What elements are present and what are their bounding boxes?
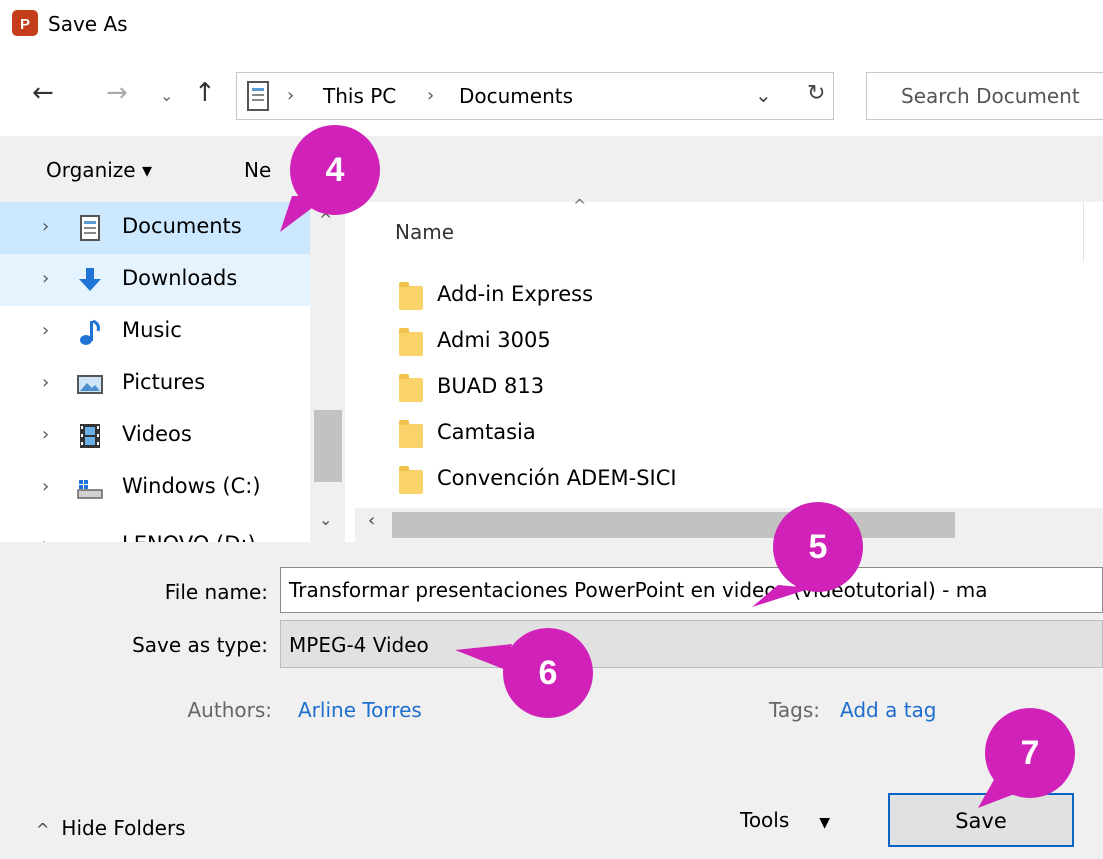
annotation-badge-7: 7: [985, 708, 1075, 798]
annotation-badge-4: 4: [290, 125, 380, 215]
annotation-pointers: [280, 196, 1030, 808]
annotation-badge-5: 5: [773, 502, 863, 592]
annotation-badge-6: 6: [503, 628, 593, 718]
